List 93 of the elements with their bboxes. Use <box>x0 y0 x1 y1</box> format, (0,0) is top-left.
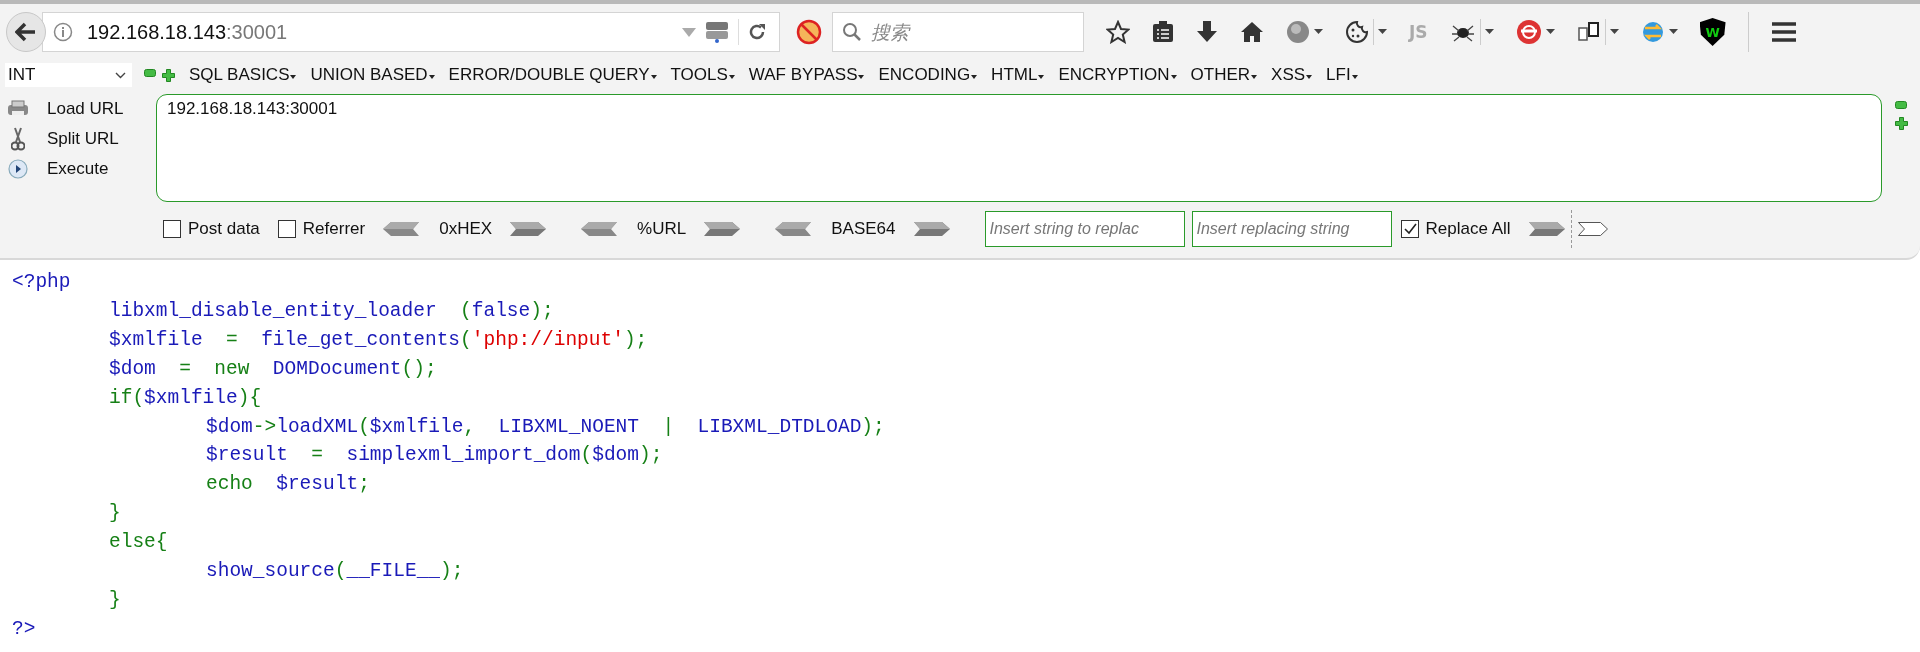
back-arrow-icon <box>15 22 37 42</box>
checkbox-label: Post data <box>188 219 260 239</box>
right-arrow-icon[interactable] <box>704 222 741 236</box>
encoder-label: BASE64 <box>831 219 896 239</box>
caret-icon[interactable] <box>728 75 735 79</box>
caret-icon[interactable] <box>1609 29 1619 35</box>
left-arrow-icon[interactable] <box>775 222 812 236</box>
caret-icon[interactable] <box>858 75 865 79</box>
outline-arrow-icon[interactable] <box>1577 222 1608 236</box>
replace-arrow-icon[interactable] <box>1528 222 1565 236</box>
download-icon[interactable] <box>1196 20 1218 44</box>
type-select[interactable]: INT <box>5 63 132 87</box>
code-line: } <box>109 588 121 611</box>
minus-icon[interactable] <box>1895 101 1907 109</box>
caret-icon[interactable] <box>290 75 297 79</box>
code-line: if($xmlfile){ <box>109 386 262 409</box>
caret-icon[interactable] <box>1378 29 1387 35</box>
action-button[interactable]: Execute <box>47 159 109 179</box>
menu-item[interactable]: UNION BASED <box>310 65 435 85</box>
chevron-icon[interactable] <box>115 71 126 79</box>
menu-item[interactable]: ERROR/DOUBLE QUERY <box>448 65 657 85</box>
checkbox-label: Referrer <box>302 219 366 239</box>
server-icon[interactable] <box>704 20 730 44</box>
url-textarea[interactable]: 192.168.18.143:30001 <box>156 94 1882 202</box>
home-icon[interactable] <box>1240 21 1264 43</box>
code-line: echo $result; <box>206 473 370 496</box>
left-arrow-icon[interactable] <box>383 222 420 236</box>
caret-icon[interactable] <box>1038 75 1045 79</box>
menu-item[interactable]: TOOLS <box>670 65 735 85</box>
checkbox[interactable] <box>163 220 181 238</box>
menu-item[interactable]: HTML <box>991 65 1045 85</box>
menu-item[interactable]: WAF BYPASS <box>748 65 865 85</box>
checkmark-icon <box>1401 221 1418 237</box>
info-icon[interactable] <box>53 22 73 42</box>
caret-icon[interactable] <box>971 75 978 79</box>
search-icon <box>842 22 862 42</box>
caret-icon[interactable] <box>428 75 435 79</box>
plus-icon[interactable] <box>162 68 175 82</box>
checkbox-label: Replace All <box>1425 219 1511 239</box>
code-line: <?php <box>12 271 71 293</box>
star-icon[interactable] <box>1106 20 1130 44</box>
cookie-icon[interactable] <box>1345 20 1369 44</box>
caret-icon[interactable] <box>1170 75 1177 79</box>
caret-icon[interactable] <box>1306 75 1313 79</box>
reading-list-icon[interactable] <box>1152 20 1174 44</box>
caret-icon[interactable] <box>1668 29 1678 35</box>
caret-icon[interactable] <box>1484 29 1494 35</box>
blocked-icon[interactable] <box>796 19 822 45</box>
code-line: $result = simplexml_import_dom($dom); <box>206 444 663 467</box>
code-line: else{ <box>109 531 168 554</box>
url-text: 192.168.18.143:30001 <box>87 20 288 44</box>
scissors-icon[interactable] <box>11 127 25 151</box>
play-icon[interactable] <box>8 159 28 179</box>
minus-icon[interactable] <box>144 68 156 77</box>
menu-item[interactable]: ENCRYPTION <box>1058 65 1177 85</box>
address-bar[interactable]: 192.168.18.143:30001 <box>42 12 780 52</box>
encoder-label: 0xHEX <box>439 219 493 239</box>
caret-icon[interactable] <box>1545 29 1555 35</box>
caret-icon[interactable] <box>1351 75 1358 79</box>
checkbox[interactable] <box>277 220 296 238</box>
code-line: $dom->loadXML($xmlfile, LIBXML_NOENT | LIBXML_DTDLOAD); <box>206 415 885 438</box>
code-line: } <box>109 502 121 525</box>
replacing-field[interactable]: Insert replacing string <box>1191 211 1392 247</box>
plus-icon[interactable] <box>1895 117 1908 130</box>
printer-icon[interactable] <box>7 100 29 118</box>
code-line: libxml_disable_entity_loader (false); <box>109 299 554 322</box>
right-arrow-icon[interactable] <box>510 222 547 236</box>
checkbox[interactable] <box>1400 220 1419 238</box>
right-arrow-icon[interactable] <box>913 222 950 236</box>
replace-field[interactable]: Insert string to replac <box>984 211 1185 247</box>
code-line: $xmlfile = file_get_contents('php://input'); <box>109 328 648 351</box>
menu-icon[interactable] <box>1770 21 1797 43</box>
sync-circle-icon[interactable] <box>1515 19 1542 45</box>
encoder-label: %URL <box>637 219 687 239</box>
caret-icon[interactable] <box>1251 75 1258 79</box>
menu-item[interactable]: ENCODING <box>878 65 978 85</box>
menu-item[interactable]: SQL BASICS <box>189 65 297 85</box>
menu-item[interactable]: XSS <box>1271 65 1313 85</box>
menu-item[interactable]: LFI <box>1326 65 1358 85</box>
code-line: show_source(__FILE__); <box>206 560 464 583</box>
action-button[interactable]: Load URL <box>47 99 124 119</box>
back-button[interactable] <box>6 12 46 52</box>
shield-icon[interactable]: W <box>1699 18 1726 46</box>
left-arrow-icon[interactable] <box>581 222 618 236</box>
code-line: $dom = new DOMDocument(); <box>109 357 437 380</box>
caret-icon[interactable] <box>1314 29 1323 35</box>
action-button[interactable]: Split URL <box>47 129 119 149</box>
documents-icon[interactable] <box>1576 20 1601 44</box>
caret-icon[interactable] <box>650 75 657 79</box>
menu-item[interactable]: OTHER <box>1190 65 1258 85</box>
search-field[interactable]: 搜索 <box>832 12 1084 52</box>
code-line: ?> <box>12 617 36 640</box>
reload-icon[interactable] <box>747 22 767 42</box>
